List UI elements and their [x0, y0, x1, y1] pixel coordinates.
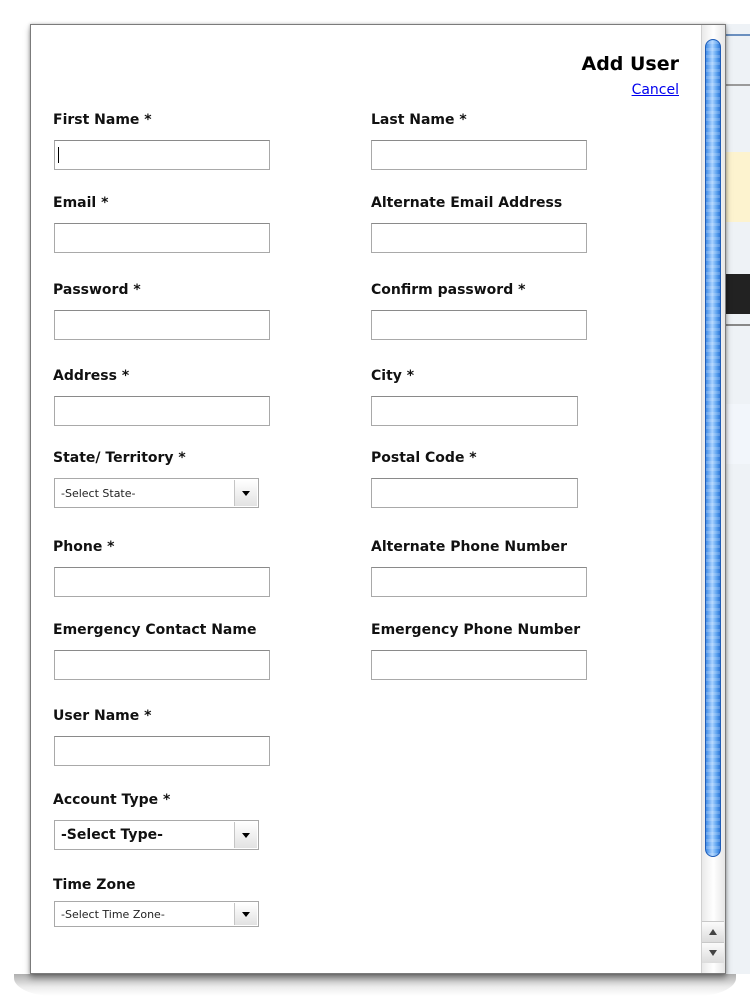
alternate-phone-label: Alternate Phone Number	[371, 539, 568, 555]
state-select-value: -Select State-	[61, 486, 136, 500]
email-label: Email *	[53, 195, 109, 211]
postal-code-field[interactable]	[371, 478, 578, 508]
account-type-select-value: -Select Type-	[61, 827, 163, 843]
first-name-field[interactable]	[54, 140, 270, 170]
cancel-link[interactable]: Cancel	[632, 82, 679, 98]
account-type-label: Account Type *	[53, 792, 171, 808]
email-field[interactable]	[54, 223, 270, 253]
confirm-password-field[interactable]	[371, 310, 587, 340]
emergency-contact-label: Emergency Contact Name	[53, 622, 257, 638]
alternate-email-field[interactable]	[371, 223, 587, 253]
confirm-password-label: Confirm password *	[371, 282, 526, 298]
time-zone-label: Time Zone	[53, 877, 136, 893]
arrow-down-icon[interactable]	[702, 942, 724, 963]
address-label: Address *	[53, 368, 130, 384]
dialog-title: Add User	[581, 53, 679, 75]
phone-field[interactable]	[54, 567, 270, 597]
last-name-field[interactable]	[371, 140, 587, 170]
address-field[interactable]	[54, 396, 270, 426]
chevron-down-icon[interactable]	[234, 480, 257, 506]
username-label: User Name *	[53, 708, 152, 724]
alternate-email-label: Alternate Email Address	[371, 195, 563, 211]
first-name-label: First Name *	[53, 112, 152, 128]
password-field[interactable]	[54, 310, 270, 340]
emergency-phone-label: Emergency Phone Number	[371, 622, 581, 638]
state-select[interactable]: -Select State-	[54, 478, 259, 508]
city-field[interactable]	[371, 396, 578, 426]
last-name-label: Last Name *	[371, 112, 467, 128]
emergency-contact-field[interactable]	[54, 650, 270, 680]
city-label: City *	[371, 368, 415, 384]
username-field[interactable]	[54, 736, 270, 766]
time-zone-select[interactable]: -Select Time Zone-	[54, 901, 259, 927]
background-page-edge	[722, 24, 750, 974]
time-zone-select-value: -Select Time Zone-	[61, 907, 165, 921]
emergency-phone-field[interactable]	[371, 650, 587, 680]
add-user-dialog: Add User Cancel First Name * Last Name *…	[30, 24, 726, 974]
state-label: State/ Territory *	[53, 450, 186, 466]
account-type-select[interactable]: -Select Type-	[54, 820, 259, 850]
scrollbar-thumb[interactable]	[705, 39, 721, 857]
dialog-shadow	[14, 974, 736, 996]
chevron-down-icon[interactable]	[234, 822, 257, 848]
text-caret	[58, 147, 59, 163]
arrow-up-icon[interactable]	[702, 921, 724, 942]
chevron-down-icon[interactable]	[234, 903, 257, 925]
postal-code-label: Postal Code *	[371, 450, 477, 466]
password-label: Password *	[53, 282, 141, 298]
phone-label: Phone *	[53, 539, 115, 555]
alternate-phone-field[interactable]	[371, 567, 587, 597]
